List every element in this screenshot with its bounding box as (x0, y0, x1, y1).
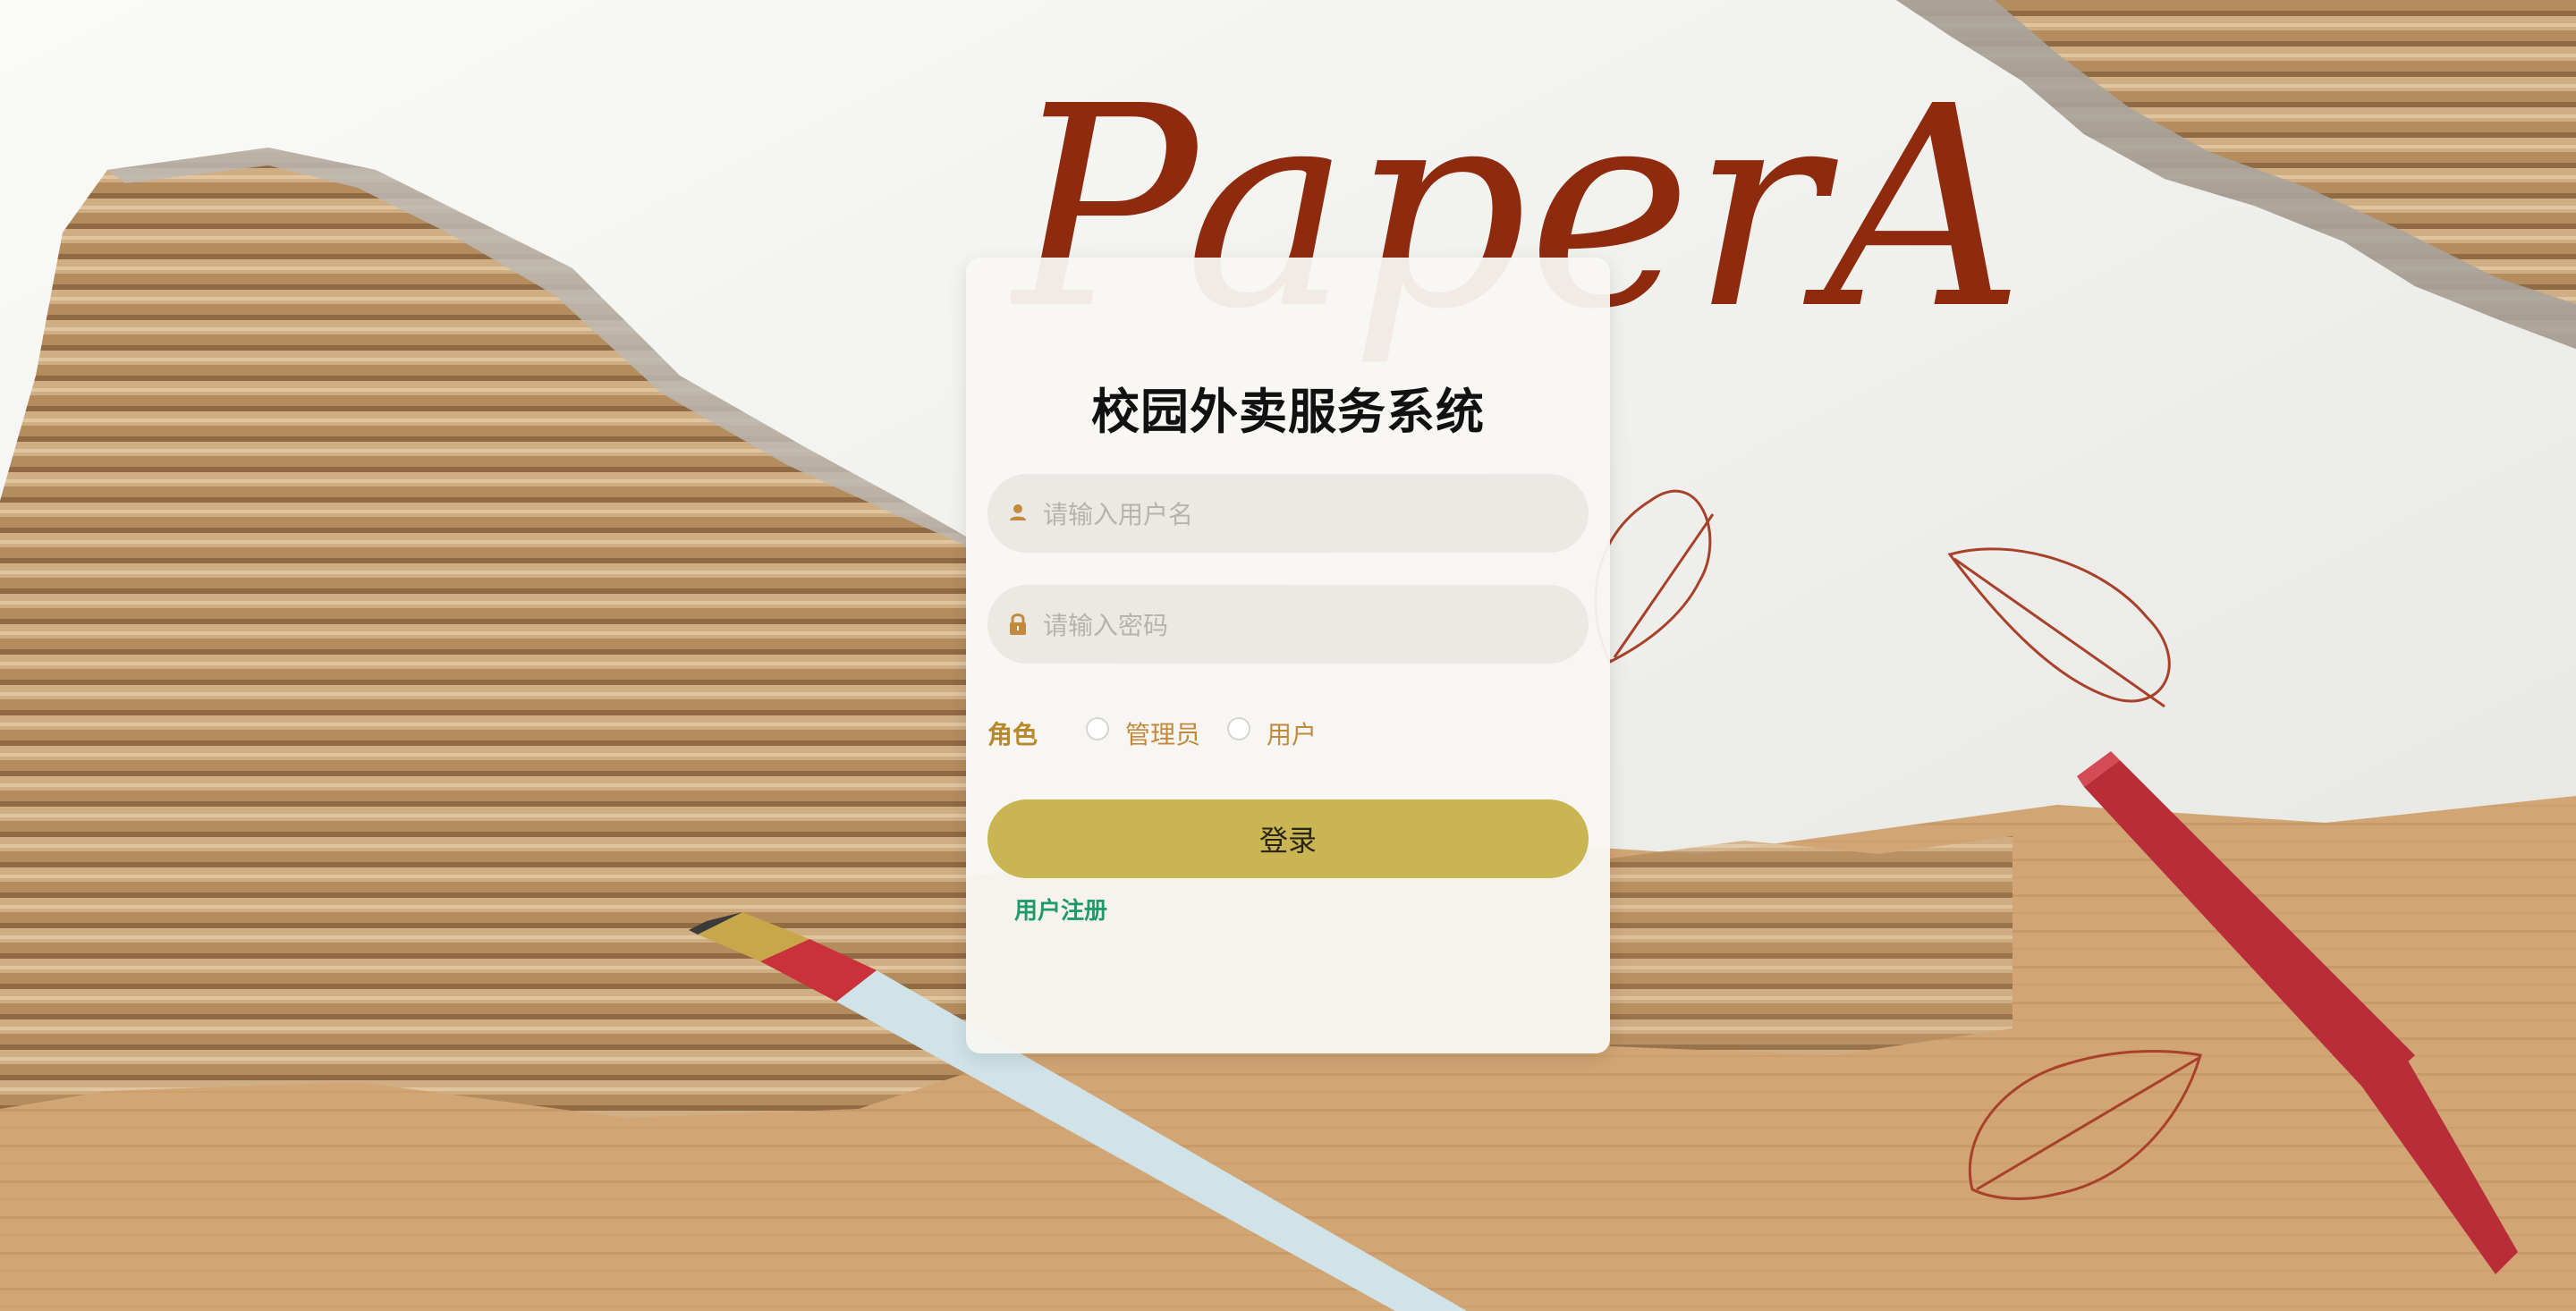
page-title: 校园外卖服务系统 (1091, 384, 1485, 440)
register-link[interactable]: 用户注册 (1014, 892, 1107, 926)
username-field[interactable] (987, 474, 1589, 554)
radio-admin[interactable] (1086, 717, 1109, 740)
username-input[interactable] (1041, 474, 1572, 554)
login-card: 校园外卖服务系统 角色 管理员 用户 登录 用户注册 (966, 258, 1610, 1053)
login-button[interactable]: 登录 (987, 799, 1589, 878)
role-selector: 角色 管理员 用户 (987, 710, 1589, 755)
password-input[interactable] (1041, 585, 1572, 665)
login-page: PaperArt 校园外卖服务系统 角色 管理员 用户 登 (0, 0, 2576, 1311)
user-icon (1010, 504, 1026, 520)
radio-user[interactable] (1227, 717, 1250, 740)
lock-icon (1010, 613, 1026, 635)
password-field[interactable] (987, 585, 1589, 665)
role-label: 角色 (987, 720, 1038, 749)
radio-admin-label[interactable]: 管理员 (1125, 715, 1200, 751)
radio-user-label[interactable]: 用户 (1267, 715, 1317, 751)
